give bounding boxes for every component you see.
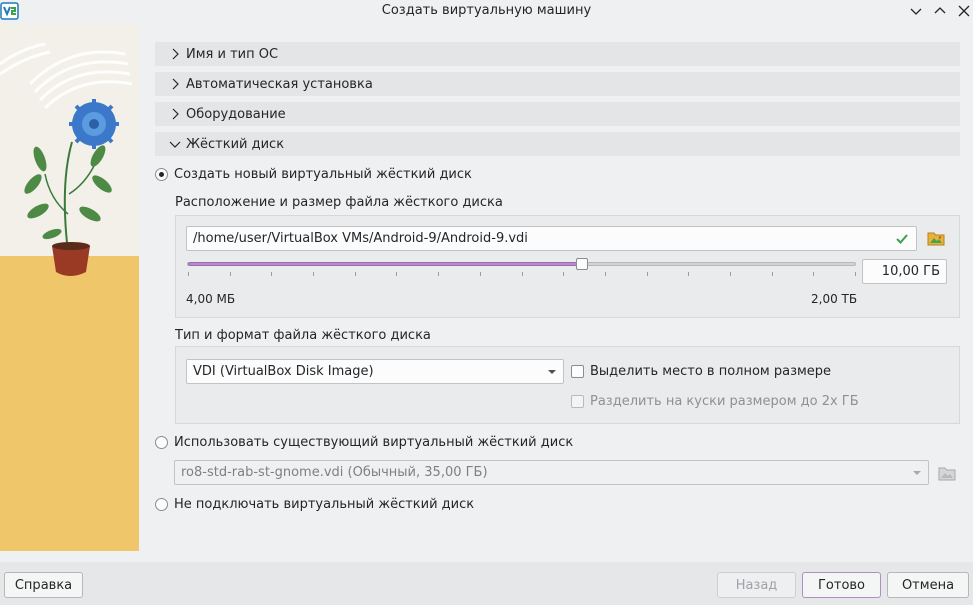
button-bar: Справка Назад Готово Отмена: [0, 562, 973, 605]
section-label: Имя и тип ОС: [186, 46, 279, 62]
size-max-label: 2,00 ТБ: [811, 292, 858, 306]
radio-create-new-disk[interactable]: Создать новый виртуальный жёсткий диск: [155, 164, 472, 184]
back-button[interactable]: Назад: [717, 572, 796, 598]
minimize-button[interactable]: [907, 2, 925, 20]
maximize-button[interactable]: [931, 2, 949, 20]
help-button[interactable]: Справка: [4, 572, 83, 598]
slider-tick: [855, 272, 856, 276]
slider-tick: [563, 272, 564, 276]
folder-icon: [938, 467, 956, 481]
radio-label: Не подключать виртуальный жёсткий диск: [174, 496, 475, 512]
split-label: Разделить на куски размером до 2х ГБ: [590, 393, 859, 409]
radio-label: Создать новый виртуальный жёсткий диск: [174, 166, 472, 182]
slider-tick: [730, 272, 731, 276]
done-button[interactable]: Готово: [802, 572, 881, 598]
window-title: Создать виртуальную машину: [381, 3, 592, 18]
close-button[interactable]: [955, 2, 973, 20]
existing-disk-value: ro8-std-rab-st-gnome.vdi (Обычный, 35,00…: [181, 465, 488, 480]
existing-disk-select[interactable]: ro8-std-rab-st-gnome.vdi (Обычный, 35,00…: [174, 460, 929, 485]
disk-size-slider[interactable]: [187, 262, 856, 266]
dropdown-arrow-icon: [548, 370, 556, 374]
wizard-content: Имя и тип ОС Автоматическая установка Об…: [139, 22, 973, 562]
split-checkbox[interactable]: Разделить на куски размером до 2х ГБ: [571, 392, 859, 410]
chevron-up-icon: [934, 7, 946, 14]
radio-button[interactable]: [155, 435, 168, 449]
choose-location-button[interactable]: [925, 227, 947, 249]
dropdown-arrow-icon: [913, 471, 921, 475]
disk-format-select[interactable]: VDI (VirtualBox Disk Image): [186, 359, 564, 384]
chevron-down-icon: [163, 132, 187, 156]
disk-location-value: /home/user/VirtualBox VMs/Android-9/Andr…: [193, 231, 528, 246]
slider-tick: [772, 272, 773, 276]
choose-existing-disk-button[interactable]: [936, 462, 958, 484]
slider-tick: [813, 272, 814, 276]
chevron-down-icon: [910, 8, 922, 15]
chevron-right-icon: [163, 42, 187, 66]
checkmark-icon: [896, 234, 908, 244]
slider-handle[interactable]: [576, 258, 588, 270]
radio-label: Использовать существующий виртуальный жё…: [174, 434, 574, 450]
section-hardware[interactable]: Оборудование: [155, 102, 960, 126]
disk-location-input[interactable]: /home/user/VirtualBox VMs/Android-9/Andr…: [186, 226, 917, 251]
section-unattended-install[interactable]: Автоматическая установка: [155, 72, 960, 96]
cancel-button[interactable]: Отмена: [887, 572, 969, 598]
location-group: /home/user/VirtualBox VMs/Android-9/Andr…: [175, 215, 960, 318]
size-min-label: 4,00 МБ: [186, 292, 236, 306]
preallocate-label: Выделить место в полном размере: [590, 363, 832, 379]
section-hard-disk[interactable]: Жёсткий диск: [155, 132, 960, 156]
slider-tick: [688, 272, 689, 276]
disk-size-value: 10,00 ГБ: [881, 264, 940, 279]
section-label: Жёсткий диск: [186, 136, 285, 152]
checkbox[interactable]: [571, 364, 584, 378]
title-bar: Создать виртуальную машину: [0, 0, 973, 22]
disk-size-input[interactable]: 10,00 ГБ: [862, 259, 947, 284]
format-group-label: Тип и формат файла жёсткого диска: [175, 328, 431, 343]
slider-tick: [396, 272, 397, 276]
radio-button[interactable]: [155, 497, 168, 511]
slider-tick: [605, 272, 606, 276]
section-name-os[interactable]: Имя и тип ОС: [155, 42, 960, 66]
slider-tick: [271, 272, 272, 276]
slider-tick: [188, 272, 189, 276]
folder-icon: [927, 232, 945, 246]
slider-tick: [230, 272, 231, 276]
slider-tick: [355, 272, 356, 276]
close-icon: [958, 5, 970, 17]
section-label: Оборудование: [186, 106, 286, 122]
chevron-right-icon: [163, 102, 187, 126]
slider-tick: [522, 272, 523, 276]
slider-tick: [480, 272, 481, 276]
slider-tick: [313, 272, 314, 276]
wizard-illustration: [0, 24, 139, 551]
radio-button[interactable]: [155, 167, 168, 181]
preallocate-checkbox[interactable]: Выделить место в полном размере: [571, 362, 831, 380]
radio-no-disk[interactable]: Не подключать виртуальный жёсткий диск: [155, 494, 474, 514]
slider-tick: [438, 272, 439, 276]
slider-fill: [188, 262, 583, 266]
format-group: VDI (VirtualBox Disk Image) Выделить мес…: [175, 346, 960, 424]
section-label: Автоматическая установка: [186, 76, 373, 92]
disk-format-value: VDI (VirtualBox Disk Image): [193, 364, 374, 379]
radio-use-existing-disk[interactable]: Использовать существующий виртуальный жё…: [155, 432, 573, 452]
chevron-right-icon: [163, 72, 187, 96]
checkbox[interactable]: [571, 394, 584, 408]
location-group-label: Расположение и размер файла жёсткого дис…: [175, 195, 503, 210]
slider-tick: [647, 272, 648, 276]
